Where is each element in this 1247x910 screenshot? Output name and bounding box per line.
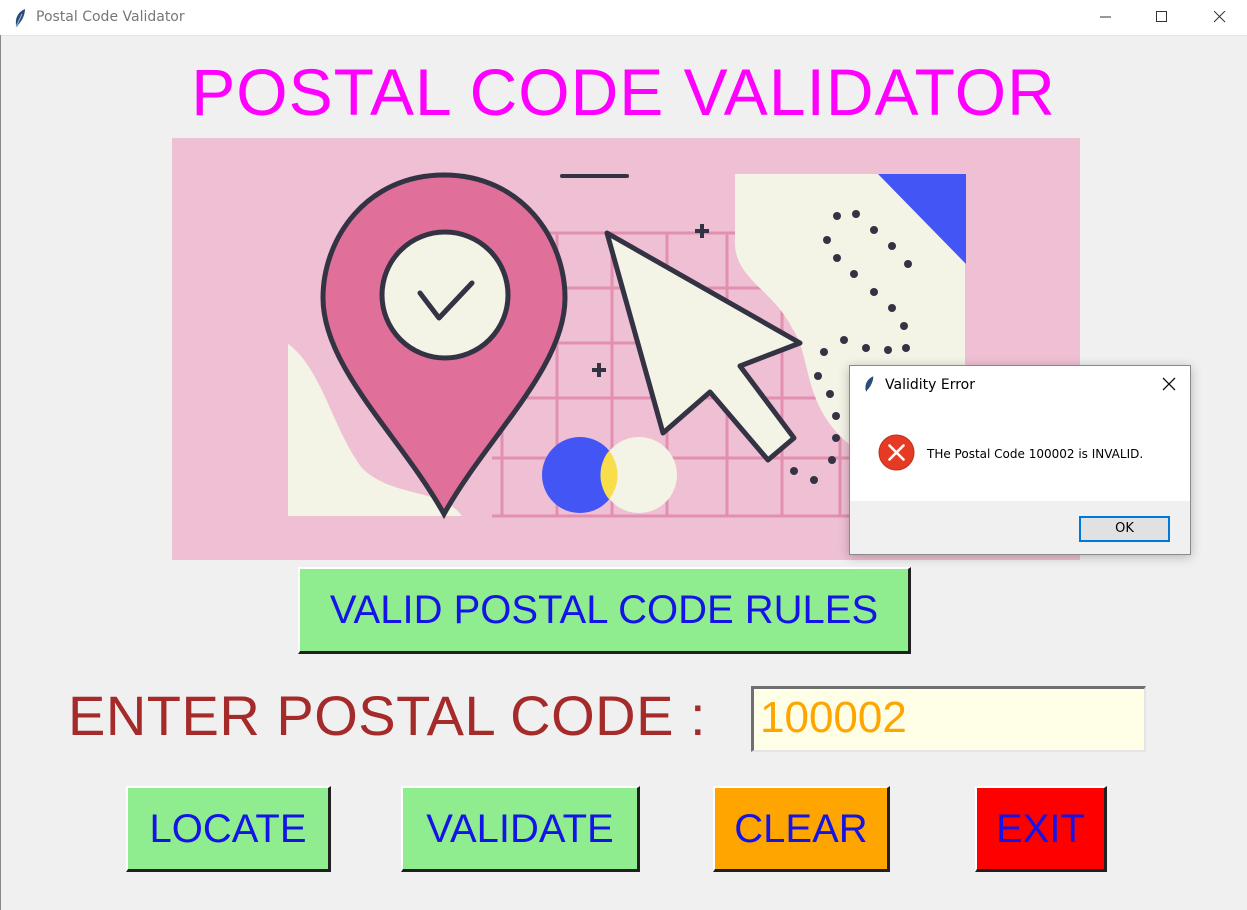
close-window-button[interactable] [1197, 0, 1243, 35]
locate-button[interactable]: LOCATE [126, 786, 331, 872]
window-title: Postal Code Validator [36, 9, 185, 25]
window-border [0, 35, 1, 910]
minimize-icon [1100, 16, 1111, 18]
feather-icon [15, 9, 25, 28]
feather-icon [865, 376, 874, 392]
maximize-icon [1156, 11, 1167, 22]
clear-button[interactable]: CLEAR [713, 786, 890, 872]
dialog-title: Validity Error [885, 377, 975, 393]
postal-code-label: ENTER POSTAL CODE : [68, 684, 707, 747]
ok-button[interactable]: OK [1079, 516, 1170, 542]
minimize-button[interactable] [1083, 0, 1129, 35]
close-icon[interactable] [1162, 377, 1176, 391]
window-titlebar: Postal Code Validator [0, 0, 1247, 36]
validity-error-dialog: Validity Error THe Postal Code 100002 is… [849, 365, 1191, 555]
valid-postal-code-rules-button[interactable]: VALID POSTAL CODE RULES [298, 567, 911, 654]
dialog-message: THe Postal Code 100002 is INVALID. [927, 447, 1144, 461]
postal-code-input[interactable]: 100002 [751, 686, 1146, 752]
dialog-footer: OK [850, 501, 1190, 554]
validate-button[interactable]: VALIDATE [401, 786, 640, 872]
exit-button[interactable]: EXIT [975, 786, 1107, 872]
maximize-button[interactable] [1139, 0, 1185, 35]
error-icon [878, 434, 915, 471]
page-title: POSTAL CODE VALIDATOR [191, 55, 1056, 129]
close-icon [1214, 11, 1226, 23]
